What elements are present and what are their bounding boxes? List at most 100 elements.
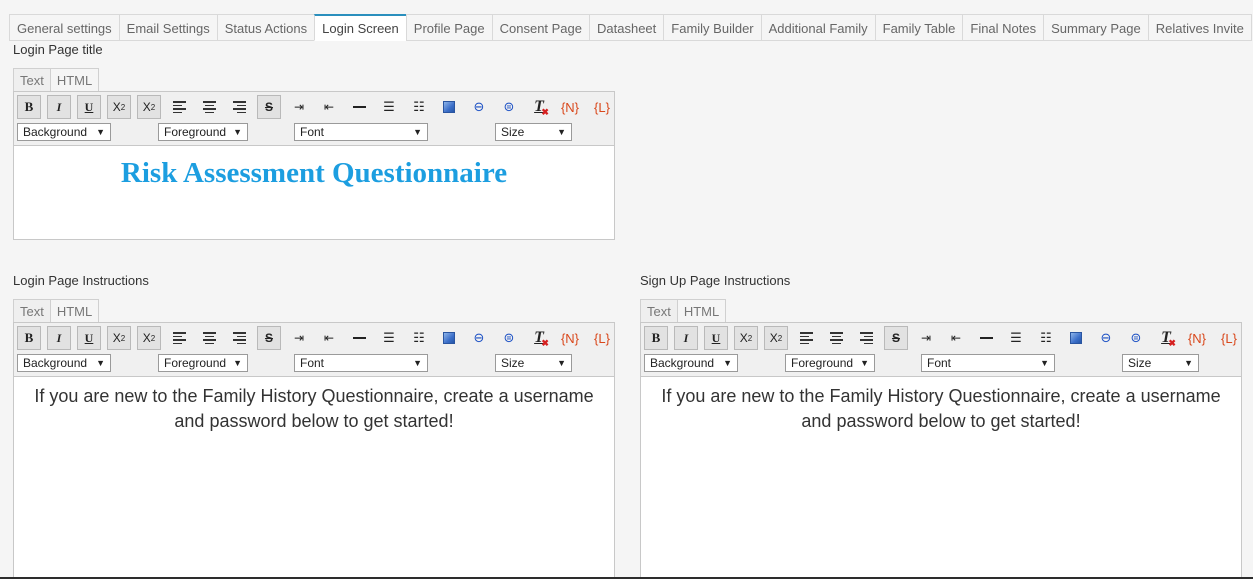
size-select[interactable]: Size ▼ [495, 354, 572, 372]
signup-instructions-content-area[interactable]: If you are new to the Family History Que… [640, 377, 1242, 579]
outdent-button[interactable]: ⇤ [944, 326, 968, 350]
font-select[interactable]: Font ▼ [294, 354, 428, 372]
insert-name-token-button[interactable]: {N} [1184, 326, 1210, 350]
tab-final-notes[interactable]: Final Notes [962, 14, 1045, 41]
bold-button[interactable]: B [17, 95, 41, 119]
align-left-button[interactable] [794, 326, 818, 350]
outdent-button[interactable]: ⇤ [317, 326, 341, 350]
align-left-button[interactable] [167, 326, 191, 350]
title-content-area[interactable]: Risk Assessment Questionnaire [13, 146, 615, 240]
tab-consent-page[interactable]: Consent Page [491, 14, 591, 41]
superscript-button[interactable]: X2 [137, 95, 161, 119]
text-mode-tab[interactable]: Text [640, 299, 678, 322]
chevron-down-icon: ▼ [723, 358, 732, 368]
align-right-button[interactable] [227, 326, 251, 350]
tab-family-table[interactable]: Family Table [874, 14, 964, 41]
background-select[interactable]: Background ▼ [17, 354, 111, 372]
foreground-select[interactable]: Foreground ▼ [158, 123, 248, 141]
insert-name-token-button[interactable]: {N} [557, 326, 583, 350]
insert-link-button[interactable]: ⊖ [467, 95, 491, 119]
subscript-button[interactable]: X2 [107, 326, 131, 350]
font-select[interactable]: Font ▼ [921, 354, 1055, 372]
bold-button[interactable]: B [17, 326, 41, 350]
ordered-list-button[interactable]: ☰ [1004, 326, 1028, 350]
ordered-list-button[interactable]: ☰ [377, 326, 401, 350]
outdent-button[interactable]: ⇤ [317, 95, 341, 119]
remove-link-button[interactable]: ⊜ [497, 326, 521, 350]
background-select[interactable]: Background ▼ [644, 354, 738, 372]
tab-email-settings[interactable]: Email Settings [118, 14, 218, 41]
tab-login-screen[interactable]: Login Screen [314, 14, 407, 41]
align-center-button[interactable] [824, 326, 848, 350]
tab-relatives-invite[interactable]: Relatives Invite [1147, 14, 1252, 41]
tab-additional-family[interactable]: Additional Family [760, 14, 876, 41]
italic-button[interactable]: I [674, 326, 698, 350]
tab-summary-page[interactable]: Summary Page [1043, 14, 1149, 41]
ordered-list-icon: ☰ [1010, 330, 1022, 345]
remove-link-button[interactable]: ⊜ [497, 95, 521, 119]
bold-button[interactable]: B [644, 326, 668, 350]
tab-datasheet[interactable]: Datasheet [589, 14, 665, 41]
clear-formatting-button[interactable]: T ✖ [1154, 326, 1178, 350]
insert-link-button[interactable]: ⊖ [467, 326, 491, 350]
ordered-list-button[interactable]: ☰ [377, 95, 401, 119]
align-left-icon [172, 101, 186, 113]
strikethrough-button[interactable]: S [257, 326, 281, 350]
unordered-list-button[interactable]: ☷ [1034, 326, 1058, 350]
clear-formatting-button[interactable]: T ✖ [527, 326, 551, 350]
align-left-button[interactable] [167, 95, 191, 119]
horizontal-rule-button[interactable] [347, 95, 371, 119]
strikethrough-button[interactable]: S [884, 326, 908, 350]
indent-button[interactable]: ⇥ [914, 326, 938, 350]
superscript-button[interactable]: X2 [764, 326, 788, 350]
html-mode-tab[interactable]: HTML [49, 299, 100, 322]
indent-button[interactable]: ⇥ [287, 95, 311, 119]
size-select[interactable]: Size ▼ [1122, 354, 1199, 372]
text-mode-tab[interactable]: Text [13, 299, 51, 322]
unordered-list-button[interactable]: ☷ [407, 95, 431, 119]
tab-profile-page[interactable]: Profile Page [405, 14, 493, 41]
align-left-icon [172, 332, 186, 344]
insert-image-button[interactable] [437, 326, 461, 350]
tab-status-actions[interactable]: Status Actions [216, 14, 316, 41]
outdent-icon: ⇤ [323, 100, 335, 114]
underline-button[interactable]: U [77, 326, 101, 350]
insert-link-token-button[interactable]: {L} [589, 95, 615, 119]
insert-link-token-button[interactable]: {L} [589, 326, 615, 350]
align-center-button[interactable] [197, 95, 221, 119]
unordered-list-button[interactable]: ☷ [407, 326, 431, 350]
subscript-button[interactable]: X2 [734, 326, 758, 350]
tab-general-settings[interactable]: General settings [9, 14, 120, 41]
insert-link-button[interactable]: ⊖ [1094, 326, 1118, 350]
subscript-button[interactable]: X2 [107, 95, 131, 119]
strikethrough-button[interactable]: S [257, 95, 281, 119]
italic-button[interactable]: I [47, 326, 71, 350]
italic-button[interactable]: I [47, 95, 71, 119]
insert-image-button[interactable] [1064, 326, 1088, 350]
underline-button[interactable]: U [77, 95, 101, 119]
tab-family-builder[interactable]: Family Builder [663, 14, 762, 41]
foreground-select[interactable]: Foreground ▼ [158, 354, 248, 372]
background-select[interactable]: Background ▼ [17, 123, 111, 141]
align-center-button[interactable] [197, 326, 221, 350]
align-right-button[interactable] [227, 95, 251, 119]
size-select[interactable]: Size ▼ [495, 123, 572, 141]
clear-formatting-button[interactable]: T ✖ [527, 95, 551, 119]
superscript-button[interactable]: X2 [137, 326, 161, 350]
remove-link-button[interactable]: ⊜ [1124, 326, 1148, 350]
insert-link-token-button[interactable]: {L} [1216, 326, 1242, 350]
insert-name-token-button[interactable]: {N} [557, 95, 583, 119]
html-mode-tab[interactable]: HTML [49, 68, 100, 91]
font-select[interactable]: Font ▼ [294, 123, 428, 141]
horizontal-rule-button[interactable] [974, 326, 998, 350]
text-mode-tab[interactable]: Text [13, 68, 51, 91]
insert-image-button[interactable] [437, 95, 461, 119]
horizontal-rule-icon [352, 337, 366, 339]
indent-button[interactable]: ⇥ [287, 326, 311, 350]
align-right-button[interactable] [854, 326, 878, 350]
foreground-select[interactable]: Foreground ▼ [785, 354, 875, 372]
underline-button[interactable]: U [704, 326, 728, 350]
html-mode-tab[interactable]: HTML [676, 299, 727, 322]
horizontal-rule-button[interactable] [347, 326, 371, 350]
login-instructions-content-area[interactable]: If you are new to the Family History Que… [13, 377, 615, 579]
